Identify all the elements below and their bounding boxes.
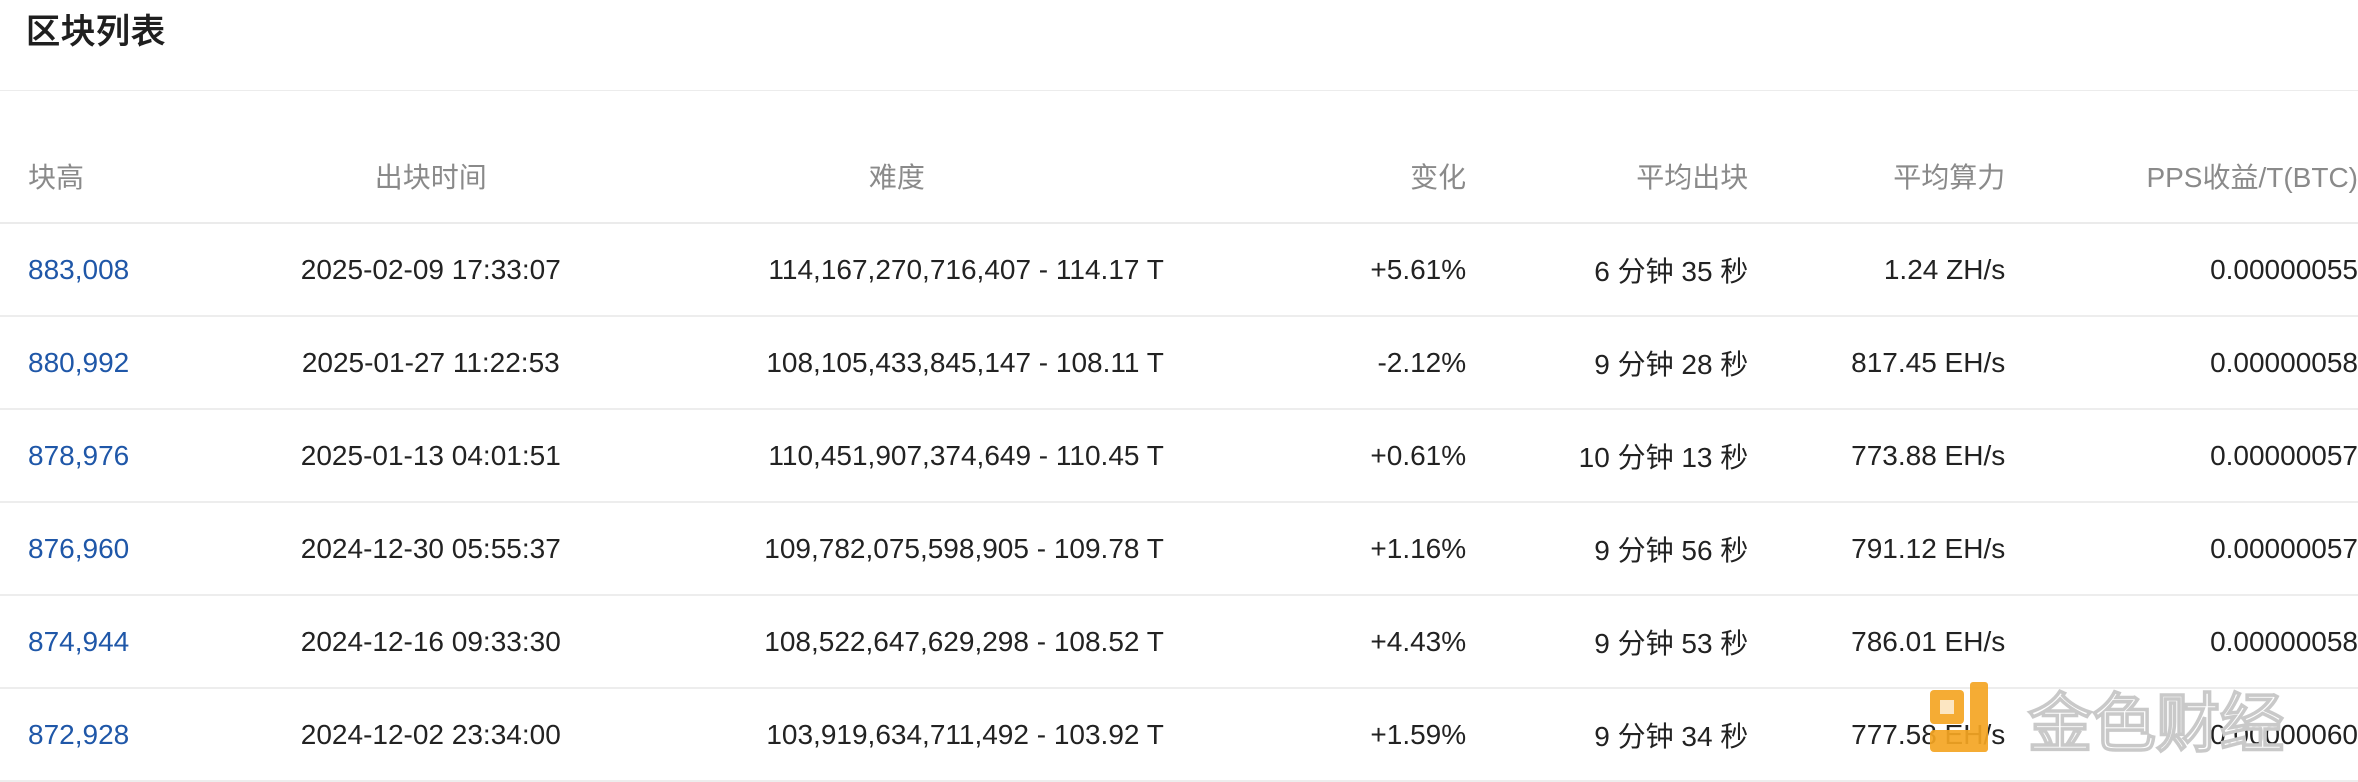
avg-hashrate: 777.58 EH/s [1748, 688, 2006, 782]
page-title: 区块列表 [26, 13, 166, 51]
block-difficulty: 103,919,634,711,492 - 103.92 T [629, 688, 1164, 782]
block-height-link[interactable]: 876,960 [28, 533, 129, 564]
avg-block-time: 9 分钟 28 秒 [1466, 316, 1749, 410]
column-header-avg-hashrate[interactable]: 平均算力 [1748, 130, 2006, 224]
block-time: 2025-02-09 17:33:07 [231, 223, 630, 317]
block-list-table: 块高 出块时间 难度 变化 平均出块 平均算力 PPS收益/T(BTC) 883… [0, 130, 2358, 782]
column-header-pps[interactable]: PPS收益/T(BTC) [2005, 130, 2358, 224]
block-difficulty: 110,451,907,374,649 - 110.45 T [629, 409, 1164, 503]
avg-block-time: 9 分钟 56 秒 [1466, 502, 1749, 596]
pps-reward: 0.00000060 [2005, 688, 2358, 782]
pps-reward: 0.00000055 [2005, 223, 2358, 317]
table-body: 883,008 2025-02-09 17:33:07 114,167,270,… [0, 223, 2358, 782]
table-row: 878,976 2025-01-13 04:01:51 110,451,907,… [0, 409, 2358, 503]
avg-block-time: 10 分钟 13 秒 [1466, 409, 1749, 503]
pps-reward: 0.00000058 [2005, 595, 2358, 689]
table-row: 874,944 2024-12-16 09:33:30 108,522,647,… [0, 595, 2358, 689]
difficulty-change: +1.59% [1163, 688, 1467, 782]
table-row: 872,928 2024-12-02 23:34:00 103,919,634,… [0, 688, 2358, 782]
title-divider [0, 90, 2358, 91]
block-time: 2024-12-02 23:34:00 [231, 688, 630, 782]
block-difficulty: 108,522,647,629,298 - 108.52 T [629, 595, 1164, 689]
block-difficulty: 109,782,075,598,905 - 109.78 T [629, 502, 1164, 596]
avg-hashrate: 786.01 EH/s [1748, 595, 2006, 689]
block-height-link[interactable]: 883,008 [28, 254, 129, 285]
block-height-link[interactable]: 878,976 [28, 440, 129, 471]
difficulty-change: +5.61% [1163, 223, 1467, 317]
table-header: 块高 出块时间 难度 变化 平均出块 平均算力 PPS收益/T(BTC) [0, 130, 2358, 224]
block-height-link[interactable]: 880,992 [28, 347, 129, 378]
column-header-difficulty[interactable]: 难度 [629, 130, 1164, 224]
table-header-row: 块高 出块时间 难度 变化 平均出块 平均算力 PPS收益/T(BTC) [0, 130, 2358, 224]
block-difficulty: 114,167,270,716,407 - 114.17 T [629, 223, 1164, 317]
column-header-avg-block-time[interactable]: 平均出块 [1466, 130, 1749, 224]
difficulty-change: +1.16% [1163, 502, 1467, 596]
table-row: 880,992 2025-01-27 11:22:53 108,105,433,… [0, 316, 2358, 410]
avg-block-time: 9 分钟 34 秒 [1466, 688, 1749, 782]
block-time: 2024-12-30 05:55:37 [231, 502, 630, 596]
block-time: 2025-01-13 04:01:51 [231, 409, 630, 503]
avg-block-time: 6 分钟 35 秒 [1466, 223, 1749, 317]
avg-block-time: 9 分钟 53 秒 [1466, 595, 1749, 689]
table-row: 883,008 2025-02-09 17:33:07 114,167,270,… [0, 223, 2358, 317]
pps-reward: 0.00000058 [2005, 316, 2358, 410]
column-header-change[interactable]: 变化 [1163, 130, 1467, 224]
difficulty-change: -2.12% [1163, 316, 1467, 410]
block-difficulty: 108,105,433,845,147 - 108.11 T [629, 316, 1164, 410]
avg-hashrate: 791.12 EH/s [1748, 502, 2006, 596]
block-time: 2024-12-16 09:33:30 [231, 595, 630, 689]
avg-hashrate: 817.45 EH/s [1748, 316, 2006, 410]
pps-reward: 0.00000057 [2005, 409, 2358, 503]
column-header-height[interactable]: 块高 [0, 130, 232, 224]
avg-hashrate: 1.24 ZH/s [1748, 223, 2006, 317]
difficulty-change: +4.43% [1163, 595, 1467, 689]
block-time: 2025-01-27 11:22:53 [231, 316, 630, 410]
block-height-link[interactable]: 874,944 [28, 626, 129, 657]
difficulty-change: +0.61% [1163, 409, 1467, 503]
avg-hashrate: 773.88 EH/s [1748, 409, 2006, 503]
column-header-time[interactable]: 出块时间 [231, 130, 630, 224]
pps-reward: 0.00000057 [2005, 502, 2358, 596]
block-height-link[interactable]: 872,928 [28, 719, 129, 750]
table-row: 876,960 2024-12-30 05:55:37 109,782,075,… [0, 502, 2358, 596]
